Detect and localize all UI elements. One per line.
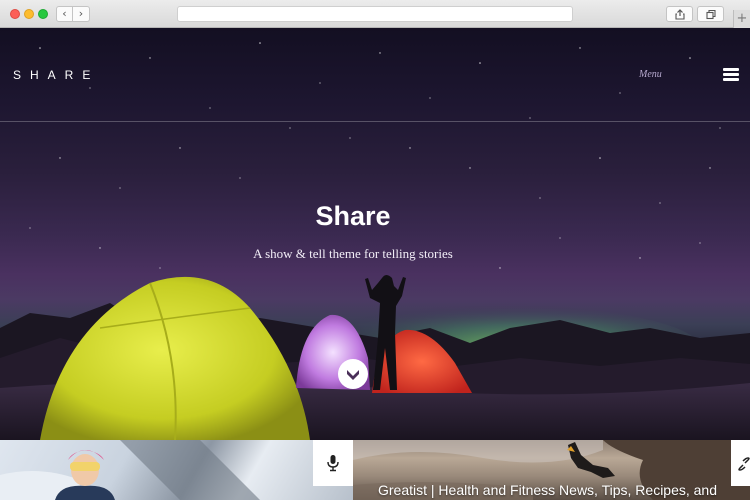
header-divider — [0, 121, 750, 122]
card-type-badge — [313, 440, 353, 486]
site-logo[interactable]: SHARE — [13, 68, 99, 82]
show-tabs-button[interactable] — [697, 6, 724, 22]
menu-icon[interactable] — [723, 68, 739, 81]
chevron-down-icon — [347, 370, 359, 380]
back-button[interactable]: ‹ — [56, 6, 73, 22]
hero-subtitle: A show & tell theme for telling stories — [253, 246, 453, 261]
card-image — [0, 440, 260, 500]
zoom-window-button[interactable] — [38, 9, 48, 19]
share-button[interactable] — [666, 6, 693, 22]
card-title[interactable]: Greatist | Health and Fitness News, Tips… — [378, 482, 717, 498]
forward-button[interactable]: › — [73, 6, 90, 22]
post-cards: Greatist | Health and Fitness News, Tips… — [0, 440, 750, 500]
card-type-badge — [731, 440, 750, 486]
browser-toolbar: ‹ › + — [0, 0, 750, 28]
link-icon — [738, 457, 750, 471]
hero-section: SHARE Menu Share A show & tell theme for… — [0, 28, 750, 440]
microphone-icon — [327, 455, 339, 472]
tabs-icon — [706, 9, 716, 20]
hero-background-image — [0, 42, 750, 440]
scroll-down-button[interactable] — [338, 359, 368, 389]
minimize-window-button[interactable] — [24, 9, 34, 19]
hero-title: Share — [315, 201, 391, 231]
address-bar[interactable] — [177, 6, 573, 22]
new-tab-button[interactable]: + — [733, 10, 750, 28]
post-card[interactable] — [0, 440, 353, 500]
share-icon — [675, 9, 685, 20]
post-card[interactable]: Greatist | Health and Fitness News, Tips… — [353, 440, 750, 500]
close-window-button[interactable] — [10, 9, 20, 19]
menu-label[interactable]: Menu — [639, 69, 662, 80]
